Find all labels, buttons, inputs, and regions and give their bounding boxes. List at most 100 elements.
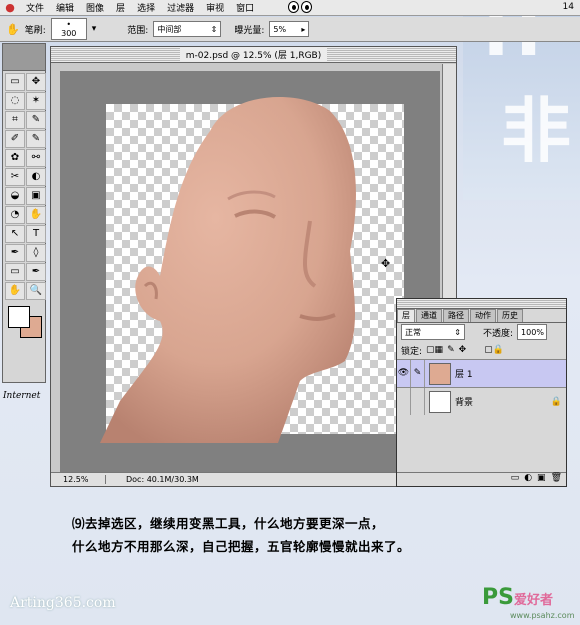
tool-button[interactable]: ⌗ [5,111,25,129]
layer-row[interactable]: 👁 ✎ 层 1 [397,359,566,387]
site-watermark: Arting365.com [10,595,116,611]
internet-label[interactable]: Internet [3,391,40,401]
range-value: 中间部 [157,24,182,34]
tab-paths[interactable]: 路径 [443,309,469,322]
head-shape [100,97,356,444]
range-select[interactable]: 中间部 ⇕ [153,21,222,37]
blend-row: 正常 ⇕ 不透度: 100% [397,323,566,341]
tool-button[interactable]: ▭ [5,73,25,91]
layers-panel: 层 通道 路径 动作 历史 正常 ⇕ 不透度: 100% 锁定: ▢▦ ✎ ✥ ▢… [396,298,567,487]
zoom-level[interactable]: 12.5% [51,475,106,484]
ps-text: 爱好者 [513,593,553,608]
layer-name: 层 1 [455,370,473,380]
new-set-icon[interactable]: ▭ [511,473,520,486]
layers-title-bar[interactable] [397,299,566,309]
tool-button[interactable]: ✂ [5,168,25,186]
tool-button[interactable]: ✥ [26,73,46,91]
layer-row[interactable]: 背景 🔒 [397,387,566,415]
foreground-color[interactable] [8,306,30,328]
brush-dot-icon: • [66,20,72,29]
menu-window[interactable]: 窗口 [230,1,260,14]
select-arrow-icon: ⇕ [210,24,218,34]
tool-button[interactable]: ◐ [26,168,46,186]
opacity-label: 不透度: [483,328,514,339]
new-layer-icon[interactable]: ▣ [537,473,546,486]
toolbox-logo [3,44,45,71]
tab-actions[interactable]: 动作 [470,309,496,322]
apple-icon[interactable]: ● [0,1,20,14]
canvas-area[interactable] [60,71,440,476]
menu-edit[interactable]: 编辑 [50,1,80,14]
tool-button[interactable]: T [26,225,46,243]
burn-tool-icon: ✋ [6,22,20,36]
eye-icon[interactable]: 👁 [397,360,411,387]
brush-size: 300 [61,29,77,38]
opacity-input[interactable]: 100% [517,324,548,340]
menu-clock: 14 [562,2,574,12]
tool-button[interactable]: ◒ [5,187,25,205]
layers-footer: ▭ ◐ ▣ 🗑 [397,472,566,486]
lock-all-icon[interactable]: ▢🔒 [484,345,504,355]
opacity-value: 100% [521,327,544,337]
tool-button[interactable]: ✒ [5,244,25,262]
tool-button[interactable]: ▭ [5,263,25,281]
tab-channels[interactable]: 通道 [416,309,442,322]
lock-move-icon[interactable]: ✥ [459,345,467,355]
lock-icon: 🔒 [550,396,562,407]
tool-button[interactable]: ✎ [26,130,46,148]
tool-button[interactable]: ◔ [5,206,25,224]
caption-line-1: ⑼去掉选区，继续用变黑工具，什么地方要更深一点， [72,516,385,531]
lock-transparency-icon[interactable]: ▢▦ [426,345,443,355]
menu-image[interactable]: 图像 [80,1,110,14]
tool-button[interactable]: ✿ [5,149,25,167]
menu-bar: ● 文件 编辑 图像 层 选择 过滤器 审视 窗口 14 [0,0,580,16]
range-label: 范围: [127,25,149,36]
tool-button[interactable]: ◌ [5,92,25,110]
adjustment-icon[interactable]: ◐ [524,473,532,486]
tool-button[interactable]: ✒ [26,263,46,281]
brush-picker[interactable]: • 300 [50,18,87,40]
tool-button[interactable]: ✐ [5,130,25,148]
face-artwork [100,97,356,444]
ps-url: www.psahz.com [510,611,575,620]
color-swatches [5,306,43,338]
tool-button[interactable]: 🔍 [26,282,46,300]
chevron-down-icon[interactable]: ▾ [92,24,97,34]
menu-view[interactable]: 审视 [200,1,230,14]
ps-logo: PS爱好者 [482,585,553,610]
document-title-bar[interactable]: m-02.psd @ 12.5% (层 1,RGB) [51,47,456,63]
layer-thumbnail [429,390,451,413]
blend-mode-value: 正常 [405,327,421,337]
tool-grid: ▭ ✥ ◌ ✶ ⌗ ✎ ✐ ✎ ✿ ⚯ ✂ ◐ ◒ ▣ ◔ ✋ ↖ T ✒ ◊ ▭ ✒ ✋ 🔍 [3,71,46,302]
tool-button[interactable]: ↖ [5,225,25,243]
tab-history[interactable]: 历史 [497,309,523,322]
trash-icon[interactable]: 🗑 [551,473,562,486]
tab-layers[interactable]: 层 [397,309,415,322]
tool-button[interactable]: ▣ [26,187,46,205]
select-arrow-icon: ⇕ [454,327,461,337]
chevron-right-icon: ▸ [301,24,306,34]
menu-select[interactable]: 选择 [131,1,161,14]
lock-paint-icon[interactable]: ✎ [447,345,455,355]
brush-label: 笔刷: [24,25,46,36]
blend-mode-select[interactable]: 正常 ⇕ [401,324,465,340]
menu-file[interactable]: 文件 [20,1,50,14]
visibility-toggle[interactable] [397,388,411,415]
tool-button[interactable]: ⚯ [26,149,46,167]
tool-button[interactable]: ✎ [26,111,46,129]
lock-label: 锁定: [401,346,423,357]
tool-button[interactable]: ✋ [26,206,46,224]
exposure-input[interactable]: 5% ▸ [269,21,310,37]
options-bar: ✋ 笔刷: • 300 ▾ 范围: 中间部 ⇕ 曝光量: 5% ▸ [0,17,580,42]
brush-icon[interactable]: ✎ [411,360,425,387]
menu-filter[interactable]: 过滤器 [161,1,200,14]
tool-button[interactable]: ◊ [26,244,46,262]
tool-button[interactable]: ✋ [5,282,25,300]
lock-row: 锁定: ▢▦ ✎ ✥ ▢🔒 [397,341,566,359]
toolbox: ▭ ✥ ◌ ✶ ⌗ ✎ ✐ ✎ ✿ ⚯ ✂ ◐ ◒ ▣ ◔ ✋ ↖ T ✒ ◊ ▭ ✒ ✋ 🔍 [2,43,46,383]
menu-layer[interactable]: 层 [110,1,131,14]
link-toggle[interactable] [411,388,425,415]
xeyes-icon [288,1,312,13]
tool-button[interactable]: ✶ [26,92,46,110]
panel-tabs: 层 通道 路径 动作 历史 [397,309,566,323]
